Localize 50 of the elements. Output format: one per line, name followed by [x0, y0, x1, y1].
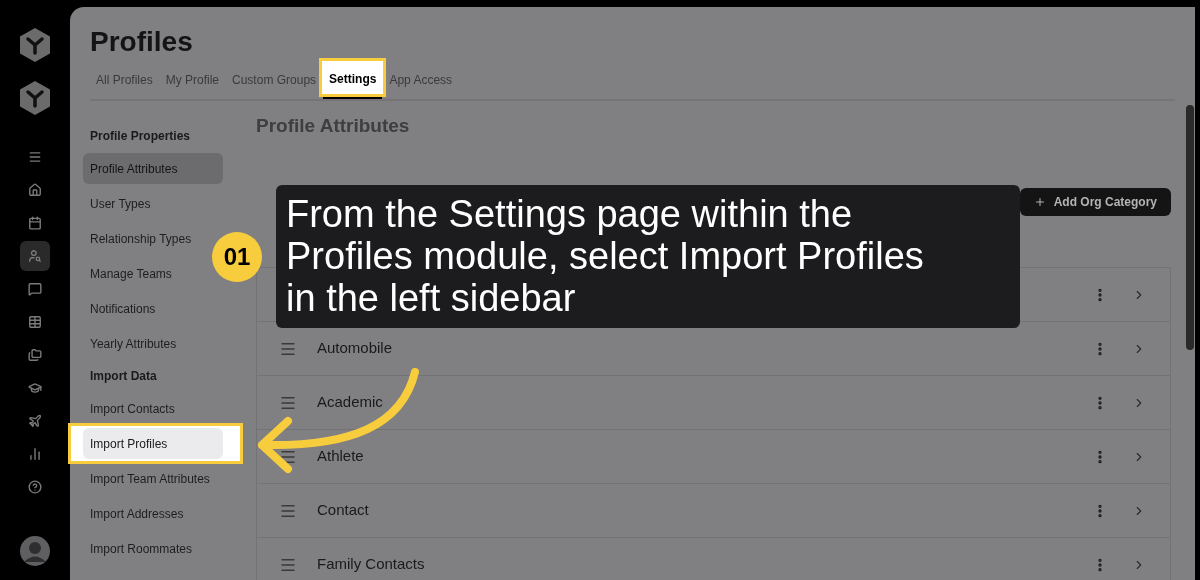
category-name: Automobile	[317, 338, 394, 359]
logo-icon[interactable]	[17, 27, 53, 63]
sidebar-item[interactable]: User Types	[83, 188, 158, 219]
sidebar-heading: Import Data	[90, 368, 158, 385]
scrollbar[interactable]	[1186, 105, 1194, 350]
tab[interactable]: Custom Groups	[226, 61, 323, 99]
sidebar-item[interactable]: Manage Teams	[83, 258, 179, 289]
avatar[interactable]	[20, 536, 50, 566]
folders-icon	[28, 347, 42, 362]
step-tooltip: From the Settings page within the Profiles module, select Import Profiles in the left sidebar	[276, 185, 1020, 328]
chat-icon	[28, 281, 42, 296]
tab[interactable]: My Profile	[159, 61, 226, 99]
plane-icon	[28, 413, 42, 428]
highlight-frame	[319, 58, 387, 97]
category-name: Contact	[317, 500, 370, 521]
sidebar-item[interactable]: Import Roommates	[83, 533, 200, 564]
menu-icon	[28, 149, 42, 164]
home-icon	[28, 182, 42, 197]
category-row[interactable]: Athlete	[257, 429, 1170, 483]
calendar-icon	[28, 215, 42, 230]
graduation-cap-icon	[28, 380, 42, 395]
user-search-icon	[28, 248, 42, 263]
category-row[interactable]: Family Contacts	[257, 537, 1170, 580]
sidebar-item[interactable]: Import Profiles	[83, 428, 223, 459]
tab[interactable]: App Access	[383, 61, 459, 99]
sidebar-item[interactable]: Yearly Attributes	[83, 328, 184, 359]
category-row[interactable]: Contact	[257, 483, 1170, 537]
sidebar-item[interactable]: Import Team Attributes	[83, 463, 217, 494]
category-name: Athlete	[317, 446, 365, 467]
category-name: Academic	[317, 392, 384, 413]
chart-icon	[28, 446, 42, 461]
sidebar-heading: Profile Properties	[90, 128, 192, 145]
sidebar-item[interactable]: Notifications	[83, 293, 163, 324]
sidebar-item[interactable]: Import Contacts	[83, 393, 182, 424]
tab[interactable]: Settings	[323, 61, 383, 99]
rail-button[interactable]	[20, 240, 50, 271]
help-icon	[28, 479, 42, 494]
category-row[interactable]: Academic	[257, 375, 1170, 429]
category-name: Family Contacts	[317, 554, 426, 575]
sidebar-item[interactable]: Import Addresses	[83, 498, 191, 529]
page-title: Profiles	[90, 25, 194, 59]
table-icon	[28, 314, 42, 329]
sidebar-item[interactable]: Relationship Types	[83, 223, 199, 254]
step-badge: 01	[212, 231, 262, 282]
logo-icon[interactable]	[17, 80, 53, 116]
plus-icon	[1033, 196, 1046, 208]
tab[interactable]: All Profiles	[90, 61, 159, 99]
section-title: Profile Attributes	[256, 114, 411, 138]
sidebar-item[interactable]: Profile Attributes	[83, 153, 223, 184]
add-category-button[interactable]: Add Org Category	[1019, 188, 1171, 216]
